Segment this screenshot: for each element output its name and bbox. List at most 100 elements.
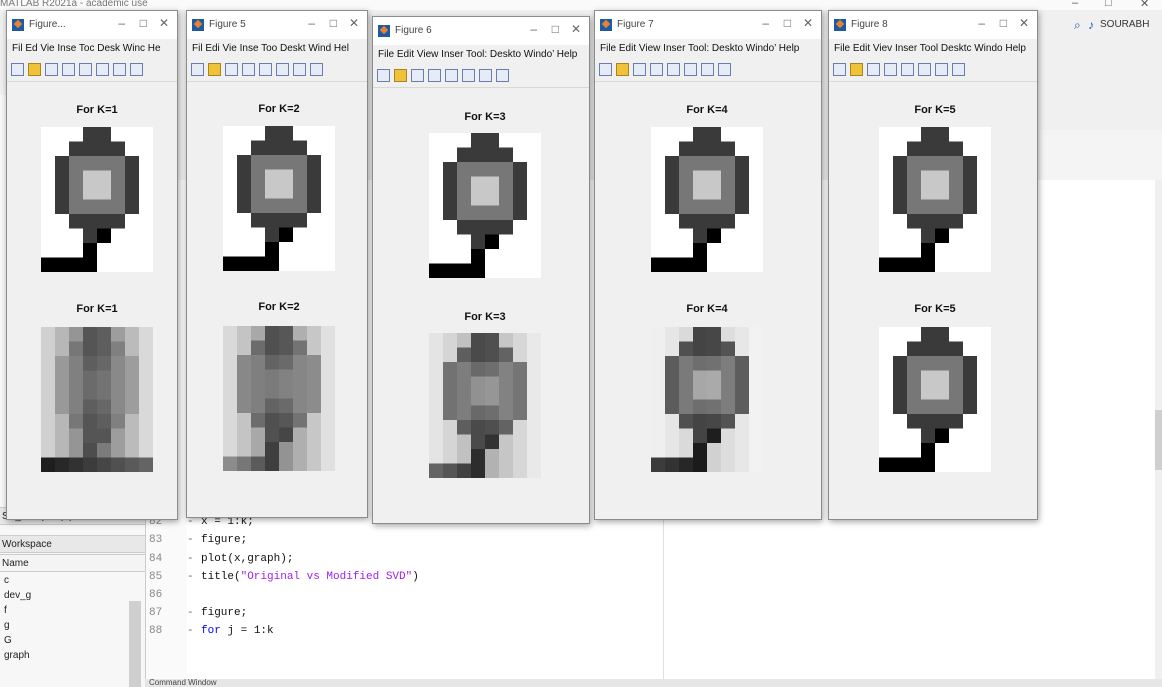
save-icon[interactable]: [633, 63, 646, 76]
figure-toolbar[interactable]: [829, 59, 1037, 82]
insert-legend-icon[interactable]: [479, 69, 492, 82]
new-figure-icon[interactable]: [599, 63, 612, 76]
close-icon[interactable]: ✕: [803, 16, 813, 30]
minimize-icon[interactable]: –: [308, 16, 315, 30]
link-plot-icon[interactable]: [79, 63, 92, 76]
search-icon[interactable]: ⌕: [1074, 18, 1081, 33]
open-file-icon[interactable]: [394, 69, 407, 82]
code-line[interactable]: 88 - for j = 1:k: [145, 625, 274, 643]
figure-window[interactable]: Figure... – □ ✕ Fil Ed Vie Inse Toc Desk Win…: [6, 10, 178, 520]
insert-legend-icon[interactable]: [293, 63, 306, 76]
maximize-icon[interactable]: □: [330, 16, 337, 30]
figure-toolbar[interactable]: [595, 59, 821, 82]
figure-menu-bar[interactable]: Fil Edi Vie Inse Too Deskt Wind Hel: [187, 39, 367, 59]
link-plot-icon[interactable]: [259, 63, 272, 76]
maximize-icon[interactable]: □: [1105, 0, 1112, 9]
figure-window[interactable]: Figure 7 – □ ✕ File Edit View Inser Tool: De…: [594, 10, 822, 520]
figure-menu-bar[interactable]: Fil Ed Vie Inse Toc Desk Winc He: [7, 39, 177, 59]
workspace-scrollbar[interactable]: [129, 601, 141, 687]
edit-plot-icon[interactable]: [496, 69, 509, 82]
figure-title-bar[interactable]: Figure 7 – □ ✕: [595, 11, 821, 39]
edit-plot-icon[interactable]: [310, 63, 323, 76]
open-file-icon[interactable]: [28, 63, 41, 76]
code-line[interactable]: 86: [145, 589, 201, 607]
workspace-name-column-header[interactable]: Name: [0, 554, 145, 572]
figure-title-bar[interactable]: Figure 8 – □ ✕: [829, 11, 1037, 39]
figure-menu-items[interactable]: File Edit View Inser Tool: Deskto Windo’…: [600, 43, 799, 54]
close-icon[interactable]: ✕: [159, 16, 169, 30]
new-figure-icon[interactable]: [833, 63, 846, 76]
save-icon[interactable]: [411, 69, 424, 82]
bell-icon[interactable]: ♪: [1088, 18, 1094, 32]
open-file-icon[interactable]: [208, 63, 221, 76]
insert-legend-icon[interactable]: [113, 63, 126, 76]
print-icon[interactable]: [884, 63, 897, 76]
insert-colorbar-icon[interactable]: [918, 63, 931, 76]
command-window-header[interactable]: Command Window: [145, 679, 1162, 687]
figure-menu-items[interactable]: File Edit View Inser Tool: Deskto Windo’…: [378, 49, 577, 60]
link-plot-icon[interactable]: [667, 63, 680, 76]
save-icon[interactable]: [45, 63, 58, 76]
workspace-variable[interactable]: graph: [4, 650, 30, 661]
code-line[interactable]: 84 - plot(x,graph);: [145, 553, 293, 571]
insert-colorbar-icon[interactable]: [96, 63, 109, 76]
workspace-variable[interactable]: g: [4, 620, 10, 631]
insert-colorbar-icon[interactable]: [684, 63, 697, 76]
editor-scrollbar-thumb[interactable]: [1155, 410, 1162, 470]
print-icon[interactable]: [242, 63, 255, 76]
minimize-icon[interactable]: –: [762, 16, 769, 30]
figure-window[interactable]: Figure 6 – □ ✕ File Edit View Inser Tool: De…: [372, 16, 590, 524]
figure-menu-bar[interactable]: File Edit View Inser Tool: Deskto Windo’…: [595, 39, 821, 59]
close-icon[interactable]: ✕: [1140, 0, 1149, 10]
link-plot-icon[interactable]: [445, 69, 458, 82]
figure-window[interactable]: Figure 5 – □ ✕ Fil Edi Vie Inse Too Deskt Wi…: [186, 10, 368, 518]
workspace-variable[interactable]: c: [4, 575, 9, 586]
close-icon[interactable]: ✕: [571, 22, 581, 36]
maximize-icon[interactable]: □: [140, 16, 147, 30]
insert-legend-icon[interactable]: [701, 63, 714, 76]
workspace-variable[interactable]: dev_g: [4, 590, 31, 601]
workspace-variable[interactable]: f: [4, 605, 7, 616]
code-line[interactable]: 83 - figure;: [145, 534, 247, 552]
minimize-icon[interactable]: –: [1072, 0, 1078, 9]
figure-toolbar[interactable]: [187, 59, 367, 82]
close-icon[interactable]: ✕: [349, 16, 359, 30]
open-file-icon[interactable]: [850, 63, 863, 76]
maximize-icon[interactable]: □: [552, 22, 559, 36]
figure-window[interactable]: Figure 8 – □ ✕ File Edit Viev Inser Tool Des…: [828, 10, 1038, 520]
workspace-variable[interactable]: G: [4, 635, 12, 646]
figure-menu-bar[interactable]: File Edit Viev Inser Tool Desktc Windo H…: [829, 39, 1037, 59]
figure-title-bar[interactable]: Figure 5 – □ ✕: [187, 11, 367, 39]
edit-plot-icon[interactable]: [130, 63, 143, 76]
print-icon[interactable]: [428, 69, 441, 82]
figure-menu-items[interactable]: File Edit Viev Inser Tool Desktc Windo H…: [834, 43, 1026, 54]
maximize-icon[interactable]: □: [1000, 16, 1007, 30]
figure-menu-items[interactable]: Fil Ed Vie Inse Toc Desk Winc He: [12, 43, 161, 54]
insert-colorbar-icon[interactable]: [462, 69, 475, 82]
code-line[interactable]: 87 - figure;: [145, 607, 247, 625]
link-plot-icon[interactable]: [901, 63, 914, 76]
workspace-header[interactable]: Workspace: [0, 535, 145, 553]
new-figure-icon[interactable]: [377, 69, 390, 82]
minimize-icon[interactable]: –: [978, 16, 985, 30]
insert-legend-icon[interactable]: [935, 63, 948, 76]
close-icon[interactable]: ✕: [1019, 16, 1029, 30]
figure-toolbar[interactable]: [7, 59, 177, 82]
minimize-icon[interactable]: –: [530, 22, 537, 36]
new-figure-icon[interactable]: [191, 63, 204, 76]
figure-title-bar[interactable]: Figure 6 – □ ✕: [373, 17, 589, 45]
print-icon[interactable]: [62, 63, 75, 76]
figure-title-bar[interactable]: Figure... – □ ✕: [7, 11, 177, 39]
minimize-icon[interactable]: –: [118, 16, 125, 30]
editor-scrollbar[interactable]: [1155, 180, 1162, 680]
figure-menu-items[interactable]: Fil Edi Vie Inse Too Deskt Wind Hel: [192, 43, 349, 54]
edit-plot-icon[interactable]: [952, 63, 965, 76]
maximize-icon[interactable]: □: [784, 16, 791, 30]
figure-toolbar[interactable]: [373, 65, 589, 88]
user-account-menu[interactable]: SOURABH: [1100, 19, 1149, 30]
open-file-icon[interactable]: [616, 63, 629, 76]
save-icon[interactable]: [225, 63, 238, 76]
save-icon[interactable]: [867, 63, 880, 76]
code-line[interactable]: 85 - title("Original vs Modified SVD"): [145, 571, 419, 589]
new-figure-icon[interactable]: [11, 63, 24, 76]
